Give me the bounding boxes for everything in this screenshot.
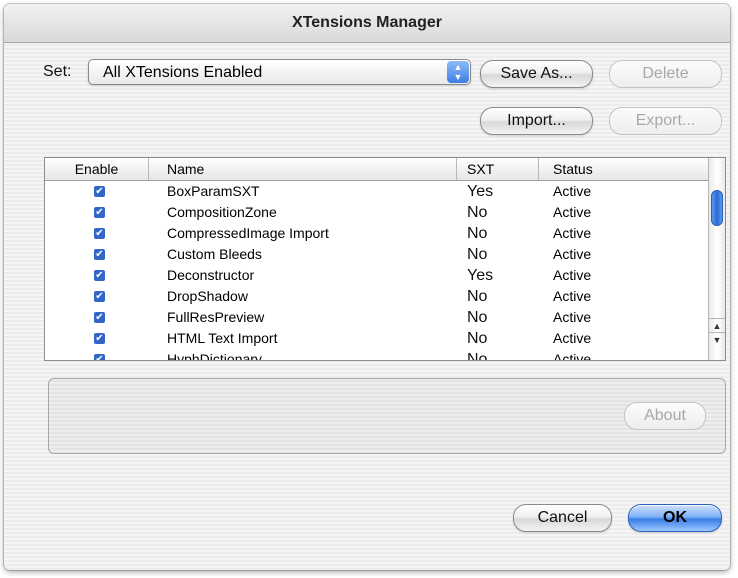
row-sxt: No bbox=[467, 351, 488, 361]
delete-button[interactable]: Delete bbox=[609, 60, 722, 88]
save-as-button[interactable]: Save As... bbox=[480, 60, 593, 88]
column-header-status[interactable]: Status bbox=[539, 158, 709, 180]
row-sxt: No bbox=[467, 204, 488, 221]
row-sxt: No bbox=[467, 225, 488, 242]
row-sxt: No bbox=[467, 246, 488, 263]
row-status: Active bbox=[553, 351, 592, 361]
scroll-down-arrow-icon[interactable]: ▼ bbox=[709, 332, 725, 347]
checkbox-checked-icon[interactable]: ✔ bbox=[94, 354, 105, 360]
row-status: Active bbox=[553, 309, 592, 325]
checkbox-checked-icon[interactable]: ✔ bbox=[94, 207, 105, 218]
row-name: FullResPreview bbox=[167, 309, 265, 325]
table-row[interactable]: ✔ CompressedImage Import No Active bbox=[45, 223, 709, 244]
checkbox-checked-icon[interactable]: ✔ bbox=[94, 228, 105, 239]
row-status: Active bbox=[553, 225, 592, 241]
row-status: Active bbox=[553, 246, 592, 262]
row-status: Active bbox=[553, 204, 592, 220]
checkbox-checked-icon[interactable]: ✔ bbox=[94, 270, 105, 281]
column-header-sxt[interactable]: SXT bbox=[457, 158, 539, 180]
popup-arrows-icon: ▲ ▼ bbox=[447, 61, 469, 83]
row-sxt: No bbox=[467, 330, 488, 347]
row-name: BoxParamSXT bbox=[167, 183, 260, 199]
table-row[interactable]: ✔ BoxParamSXT Yes Active bbox=[45, 181, 709, 202]
set-popup[interactable]: All XTensions Enabled ▲ ▼ bbox=[88, 59, 471, 85]
about-button[interactable]: About bbox=[624, 402, 706, 430]
xtensions-table[interactable]: Enable Name SXT Status ✔ BoxParamSXT Yes… bbox=[44, 157, 726, 361]
window-title: XTensions Manager bbox=[4, 4, 730, 43]
table-row[interactable]: ✔ HTML Text Import No Active bbox=[45, 328, 709, 349]
row-sxt: Yes bbox=[467, 267, 494, 284]
set-label: Set: bbox=[43, 63, 72, 80]
scroll-up-arrow-icon[interactable]: ▲ bbox=[709, 318, 725, 333]
table-row[interactable]: ✔ FullResPreview No Active bbox=[45, 307, 709, 328]
row-status: Active bbox=[553, 288, 592, 304]
table-body: ✔ BoxParamSXT Yes Active ✔ CompositionZo… bbox=[45, 181, 709, 361]
ok-button[interactable]: OK bbox=[628, 504, 722, 532]
table-row[interactable]: ✔ Custom Bleeds No Active bbox=[45, 244, 709, 265]
row-name: CompressedImage Import bbox=[167, 225, 329, 241]
row-name: HyphDictionary bbox=[167, 351, 262, 361]
checkbox-checked-icon[interactable]: ✔ bbox=[94, 291, 105, 302]
row-name: CompositionZone bbox=[167, 204, 277, 220]
table-row[interactable]: ✔ HyphDictionary No Active bbox=[45, 349, 709, 361]
checkbox-checked-icon[interactable]: ✔ bbox=[94, 249, 105, 260]
row-name: Deconstructor bbox=[167, 267, 255, 283]
table-header: Enable Name SXT Status bbox=[45, 158, 709, 181]
xtensions-manager-window: XTensions Manager Set: All XTensions Ena… bbox=[4, 4, 730, 570]
export-button[interactable]: Export... bbox=[609, 107, 722, 135]
row-name: HTML Text Import bbox=[167, 330, 278, 346]
row-sxt: No bbox=[467, 309, 488, 326]
import-button[interactable]: Import... bbox=[480, 107, 593, 135]
checkbox-checked-icon[interactable]: ✔ bbox=[94, 186, 105, 197]
column-header-enable[interactable]: Enable bbox=[45, 158, 149, 180]
scrollbar-thumb[interactable] bbox=[711, 190, 723, 226]
row-name: DropShadow bbox=[167, 288, 248, 304]
table-row[interactable]: ✔ CompositionZone No Active bbox=[45, 202, 709, 223]
row-sxt: No bbox=[467, 288, 488, 305]
table-scrollbar[interactable]: ▲ ▼ bbox=[708, 158, 725, 360]
cancel-button[interactable]: Cancel bbox=[513, 504, 612, 532]
table-row[interactable]: ✔ DropShadow No Active bbox=[45, 286, 709, 307]
column-header-name[interactable]: Name bbox=[149, 158, 457, 180]
table-row[interactable]: ✔ Deconstructor Yes Active bbox=[45, 265, 709, 286]
set-popup-value: All XTensions Enabled bbox=[103, 64, 263, 81]
row-status: Active bbox=[553, 267, 592, 283]
row-name: Custom Bleeds bbox=[167, 246, 262, 262]
row-status: Active bbox=[553, 183, 592, 199]
row-sxt: Yes bbox=[467, 183, 494, 200]
checkbox-checked-icon[interactable]: ✔ bbox=[94, 333, 105, 344]
checkbox-checked-icon[interactable]: ✔ bbox=[94, 312, 105, 323]
row-status: Active bbox=[553, 330, 592, 346]
